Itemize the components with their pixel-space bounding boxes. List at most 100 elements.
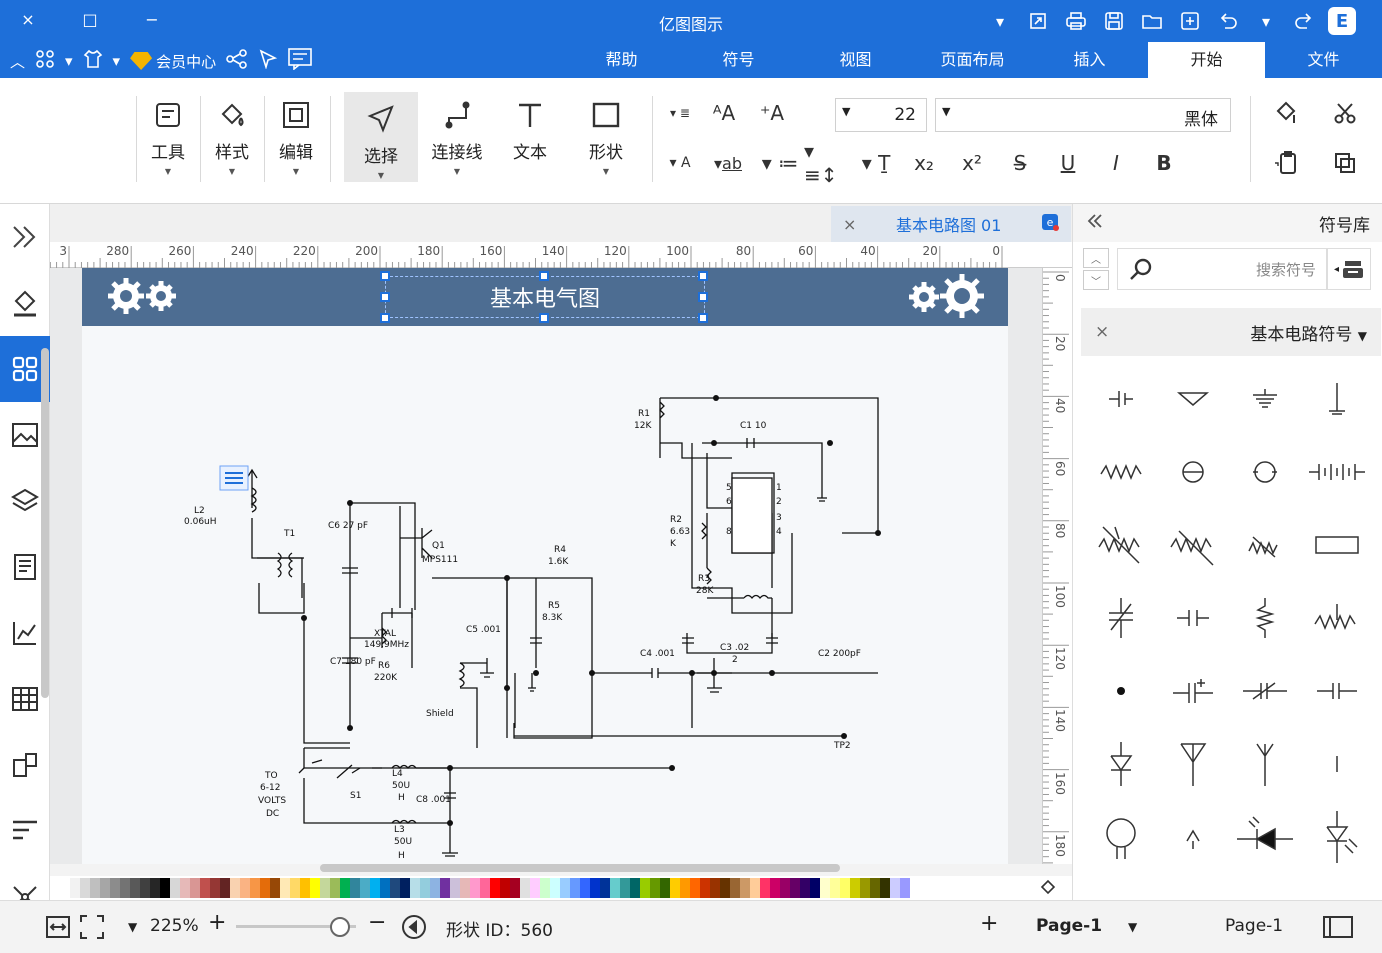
chassis-ground-symbol[interactable] [1229, 362, 1301, 435]
underline-icon[interactable]: U [1044, 148, 1092, 178]
tab-help[interactable]: 帮助 [563, 42, 680, 78]
color-swatch[interactable] [180, 878, 190, 898]
drawing-canvas[interactable]: 基本电气图 L2 0.06uH T1 C6 27 pF Q1 MPS111 R4… [50, 268, 1042, 864]
color-swatch[interactable] [520, 878, 530, 898]
format-painter-icon[interactable] [1262, 98, 1310, 128]
tab-home[interactable]: 开始 [1148, 42, 1265, 78]
color-swatch[interactable] [720, 878, 730, 898]
dropdown-icon[interactable]: ▾ [1250, 7, 1282, 35]
connector-button[interactable]: 连接线 ▼ [422, 88, 492, 178]
color-swatch[interactable] [880, 878, 890, 898]
color-swatch[interactable] [380, 878, 390, 898]
color-swatch[interactable] [60, 878, 70, 898]
color-swatch[interactable] [680, 878, 690, 898]
color-swatch[interactable] [840, 878, 850, 898]
color-swatch[interactable] [440, 878, 450, 898]
color-swatch[interactable] [310, 878, 320, 898]
copy-icon[interactable] [1310, 148, 1380, 178]
color-swatch[interactable] [200, 878, 210, 898]
tab-symbols[interactable]: 符号 [680, 42, 797, 78]
color-swatch[interactable] [470, 878, 480, 898]
color-swatch[interactable] [550, 878, 560, 898]
expand-library-icon[interactable] [1085, 212, 1105, 235]
style-button[interactable]: 样式 ▼ [200, 88, 264, 178]
color-swatch[interactable] [510, 878, 520, 898]
diode-symbol[interactable] [1085, 727, 1157, 800]
color-swatch[interactable] [90, 878, 100, 898]
decrease-font-icon[interactable]: ᴬA [700, 98, 748, 128]
expand-icon[interactable] [1022, 7, 1054, 35]
tools-button[interactable]: 工具 ▼ [136, 88, 200, 178]
color-swatch[interactable] [130, 878, 140, 898]
lamp-symbol[interactable] [1229, 435, 1301, 508]
apps-icon[interactable] [35, 49, 55, 73]
undo-icon[interactable] [1212, 7, 1244, 35]
rectangle-symbol[interactable] [1301, 508, 1373, 581]
color-swatch[interactable] [780, 878, 790, 898]
photodiode-symbol[interactable] [1301, 800, 1373, 873]
cell-symbol[interactable] [1085, 362, 1157, 435]
text-button[interactable]: 文本 [498, 88, 562, 178]
zoom-in-button[interactable]: + [208, 910, 226, 935]
color-swatch[interactable] [460, 878, 470, 898]
play-icon[interactable] [400, 913, 428, 946]
color-swatch[interactable] [560, 878, 570, 898]
color-swatch[interactable] [100, 878, 110, 898]
bold-icon[interactable]: B [1140, 148, 1188, 178]
new-icon[interactable] [1174, 7, 1206, 35]
color-swatch[interactable] [590, 878, 600, 898]
color-swatch[interactable] [480, 878, 490, 898]
color-swatch[interactable] [540, 878, 550, 898]
text-direction-icon[interactable]: ▾ Ṯ [852, 148, 900, 178]
color-swatch[interactable] [650, 878, 660, 898]
scroll-up-button[interactable]: ︿ [1083, 248, 1109, 268]
color-swatch[interactable] [280, 878, 290, 898]
redo-icon[interactable] [1288, 7, 1320, 35]
color-swatch[interactable] [150, 878, 160, 898]
color-swatch[interactable] [740, 878, 750, 898]
select-button[interactable]: 选择 ▼ [344, 92, 418, 182]
tab-view[interactable]: 视图 [797, 42, 914, 78]
edit-button[interactable]: 编辑 ▼ [264, 88, 328, 178]
zoom-out-button[interactable]: − [368, 910, 386, 935]
library-manage-button[interactable]: ◂ [1327, 248, 1371, 290]
increase-font-icon[interactable]: ⁺A [748, 98, 796, 128]
font-size-select[interactable]: ▼ 22 [835, 98, 927, 132]
potentiometer-symbol[interactable] [1157, 508, 1229, 581]
capacitor-symbol[interactable] [1157, 581, 1229, 654]
share-icon[interactable] [226, 49, 248, 73]
contact-symbol[interactable] [1301, 727, 1373, 800]
color-swatch[interactable] [190, 878, 200, 898]
junction-dot-symbol[interactable] [1085, 654, 1157, 727]
color-swatch[interactable] [300, 878, 310, 898]
collapse-panel-icon[interactable] [0, 204, 50, 270]
color-swatch[interactable] [80, 878, 90, 898]
color-swatch[interactable] [800, 878, 810, 898]
color-swatch[interactable] [660, 878, 670, 898]
shape-button[interactable]: 形状 ▼ [574, 88, 638, 178]
color-swatch[interactable] [210, 878, 220, 898]
color-swatch[interactable] [820, 878, 830, 898]
circuit-schematic[interactable]: L20.06uH T1 C6 27 pF Q1 MPS111 R4 1.6K R5 8.3K C5… [82, 268, 1008, 864]
color-swatch[interactable] [260, 878, 270, 898]
dropdown-icon[interactable]: ▼ [1128, 920, 1137, 934]
color-swatch[interactable] [870, 878, 880, 898]
paste-icon[interactable] [1262, 148, 1310, 178]
category-basic-circuit[interactable]: × 基本电路符号 ▼ [1081, 308, 1381, 356]
color-swatch[interactable] [890, 878, 900, 898]
fill-icon[interactable] [0, 270, 50, 336]
color-swatch[interactable] [620, 878, 630, 898]
scroll-down-button[interactable]: ﹀ [1083, 270, 1109, 290]
color-swatch[interactable] [370, 878, 380, 898]
save-icon[interactable] [1098, 7, 1130, 35]
meter-symbol[interactable] [1157, 435, 1229, 508]
fit-width-icon[interactable] [44, 913, 72, 946]
color-swatch[interactable] [390, 878, 400, 898]
comment-icon[interactable] [288, 48, 312, 74]
theme-icon[interactable] [83, 49, 103, 73]
page-tab-left[interactable]: Page-1 [1225, 916, 1283, 936]
color-swatch[interactable] [490, 878, 500, 898]
tab-file[interactable]: 文件 [1265, 42, 1382, 78]
earth-symbol[interactable] [1301, 362, 1373, 435]
dropdown-icon[interactable]: ▾ [65, 52, 73, 70]
